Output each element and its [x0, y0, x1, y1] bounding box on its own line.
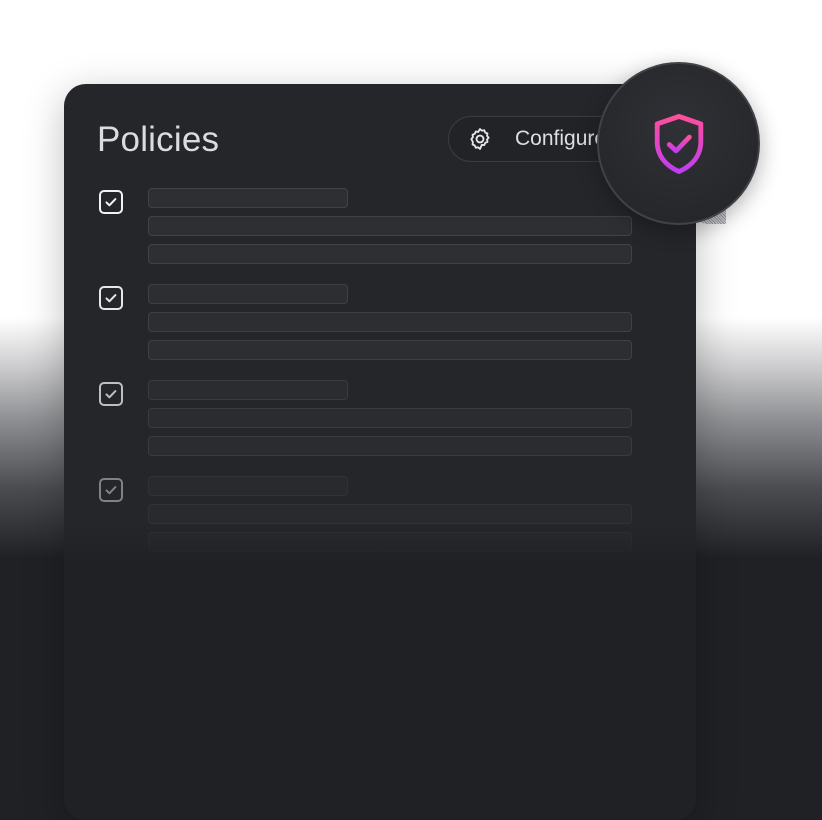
policy-checkbox[interactable]: [99, 286, 123, 310]
security-badge: [597, 62, 760, 225]
policy-checkbox[interactable]: [99, 190, 123, 214]
checkmark-icon: [105, 486, 117, 495]
placeholder-bar: [148, 436, 632, 456]
list-item: [64, 282, 696, 362]
placeholder-bar: [148, 340, 632, 360]
list-item: [64, 186, 696, 266]
placeholder-bar: [148, 476, 348, 496]
checkmark-icon: [105, 294, 117, 303]
placeholder-bar: [148, 216, 632, 236]
shield-check-icon: [654, 113, 703, 174]
policy-checkbox[interactable]: [99, 478, 123, 502]
policies-panel: Policies Configure: [64, 84, 696, 820]
placeholder-bar: [148, 380, 348, 400]
list-item: [64, 378, 696, 458]
placeholder-bar: [148, 284, 348, 304]
checkmark-icon: [105, 198, 117, 207]
placeholder-bar: [148, 312, 632, 332]
placeholder-bar: [148, 188, 348, 208]
placeholder-bar: [148, 244, 632, 264]
checkmark-icon: [105, 390, 117, 399]
placeholder-bar: [148, 408, 632, 428]
policy-checkbox[interactable]: [99, 382, 123, 406]
placeholder-bar: [148, 504, 632, 524]
panel-fade-overlay: [64, 524, 696, 820]
